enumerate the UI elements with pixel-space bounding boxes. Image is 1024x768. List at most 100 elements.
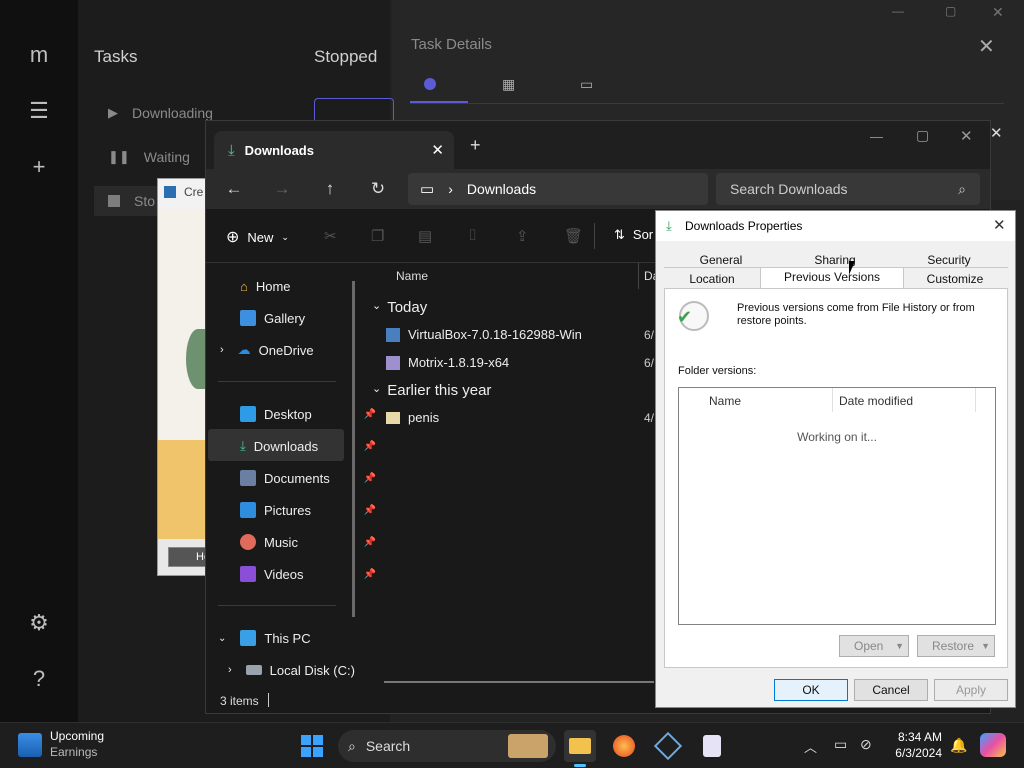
pin-icon[interactable]: 📌 [364, 473, 376, 484]
copilot-icon[interactable] [980, 733, 1006, 757]
nav-item-this-pc[interactable]: ⌄ This PC [218, 623, 358, 653]
background-close-icon[interactable]: ✕ [990, 124, 1003, 142]
nav-item-onedrive[interactable]: › ☁ OneDrive [220, 335, 360, 365]
tab-general[interactable]: General [666, 253, 776, 267]
group-header-earlier[interactable]: ⌄ Earlier this year [372, 382, 491, 399]
nav-item-desktop[interactable]: Desktop 📌 [240, 399, 380, 429]
file-row[interactable]: Motrix-1.8.19-x64 [386, 355, 509, 370]
nav-item-pictures[interactable]: Pictures 📌 [240, 495, 380, 525]
clock-time[interactable]: 8:34 AM [890, 730, 942, 744]
file-explorer-taskbar-icon[interactable] [564, 730, 596, 762]
forward-arrow-icon[interactable]: → [270, 177, 294, 201]
nav-item-documents[interactable]: Documents 📌 [240, 463, 380, 493]
rename-icon[interactable]: ⌷ [468, 227, 477, 244]
nav-item-videos[interactable]: Videos 📌 [240, 559, 380, 589]
desktop-icon [240, 406, 256, 422]
volume-mute-icon[interactable]: ⊘ [860, 736, 872, 753]
clock-date[interactable]: 6/3/2024 [880, 746, 942, 760]
copy-icon[interactable]: ❐ [371, 227, 384, 245]
help-button[interactable]: He [168, 547, 210, 567]
sort-label: Sor [632, 227, 654, 242]
tab-downloads[interactable]: ⤓ Downloads ✕ [214, 131, 454, 169]
nav-item-gallery[interactable]: Gallery [240, 303, 380, 333]
stocks-widget-icon[interactable] [18, 733, 42, 757]
pin-icon[interactable]: 📌 [364, 537, 376, 548]
minimize-icon[interactable]: — [892, 4, 904, 18]
green-arrow-icon: ✔ [677, 307, 693, 327]
close-icon[interactable]: ✕ [978, 34, 995, 59]
box-tab-icon[interactable]: ▭ [580, 76, 593, 93]
nav-item-music[interactable]: Music 📌 [240, 527, 380, 557]
start-icon[interactable] [296, 730, 328, 762]
chevron-up-icon[interactable]: ︿ [804, 737, 817, 756]
column-header-date[interactable]: Date modified [839, 394, 913, 408]
motrix-logo-icon [703, 735, 721, 757]
chevron-down-icon: ⌄ [218, 632, 227, 644]
restore-split-button[interactable]: Restore ▼ [917, 635, 995, 657]
back-arrow-icon[interactable]: ← [222, 177, 246, 201]
up-arrow-icon[interactable]: ↑ [318, 177, 342, 201]
add-task-icon[interactable]: + [24, 152, 54, 182]
menu-icon[interactable]: ☰ [24, 96, 54, 126]
close-icon[interactable]: ✕ [993, 216, 1006, 234]
horizontal-scrollbar[interactable] [384, 681, 654, 683]
address-bar[interactable]: ▭ › Downloads [408, 173, 708, 205]
open-split-button[interactable]: Open ▼ [839, 635, 909, 657]
bell-icon[interactable]: 🔔 [950, 737, 967, 754]
file-row[interactable]: penis [386, 410, 439, 425]
grid-tab-icon[interactable]: ▦ [502, 76, 515, 93]
firefox-icon[interactable] [608, 730, 640, 762]
column-header-name[interactable]: Name [709, 394, 741, 408]
delete-icon[interactable]: 🗑 [564, 227, 583, 245]
refresh-icon[interactable]: ↻ [366, 177, 390, 201]
cut-icon[interactable]: ✂ [324, 227, 337, 245]
task-filter-waiting[interactable]: ❚❚ Waiting [108, 149, 190, 165]
tab-close-icon[interactable]: ✕ [431, 141, 444, 159]
pin-icon[interactable]: 📌 [364, 505, 376, 516]
nav-label: Downloads [253, 438, 319, 454]
paste-icon[interactable]: ▤ [418, 227, 432, 245]
widget-title[interactable]: Upcoming [50, 729, 104, 743]
nav-scrollbar[interactable] [352, 281, 355, 617]
tab-previous-versions[interactable]: Previous Versions [760, 270, 904, 284]
maximize-icon[interactable]: ▢ [916, 127, 929, 144]
cancel-button[interactable]: Cancel [854, 679, 928, 701]
file-row[interactable]: VirtualBox-7.0.18-162988-Win [386, 327, 582, 342]
nav-item-home[interactable]: ⌂ Home [240, 271, 380, 301]
info-tab-icon[interactable] [424, 78, 436, 90]
apply-button[interactable]: Apply [934, 679, 1008, 701]
tab-security[interactable]: Security [894, 253, 1004, 267]
minimize-icon[interactable]: — [870, 129, 883, 144]
settings-sliders-icon[interactable]: ⚙ [24, 608, 54, 638]
motrix-button-outline[interactable] [314, 98, 394, 122]
network-icon[interactable]: ▭ [834, 736, 847, 753]
ok-button[interactable]: OK [774, 679, 848, 701]
maximize-icon[interactable]: ▢ [945, 4, 956, 18]
group-header-today[interactable]: ⌄ Today [372, 299, 427, 316]
virtualbox-taskbar-icon[interactable] [652, 730, 684, 762]
versions-list[interactable]: Name Date modified Working on it... [678, 387, 996, 625]
tab-customize[interactable]: Customize [906, 272, 1004, 286]
motrix-taskbar-icon[interactable] [696, 730, 728, 762]
share-icon[interactable]: ⇪ [516, 227, 529, 245]
tab-location[interactable]: Location [666, 272, 758, 286]
pin-icon[interactable]: 📌 [364, 569, 376, 580]
nav-item-local-disk[interactable]: › Local Disk (C:) [228, 655, 368, 685]
close-icon[interactable]: ✕ [960, 127, 973, 145]
column-header-name[interactable]: Name [396, 269, 428, 283]
help-icon[interactable]: ? [24, 664, 54, 694]
status-divider [268, 693, 269, 707]
search-input[interactable]: Search Downloads ⌕ [716, 173, 980, 205]
nav-item-downloads[interactable]: ⤓ Downloads 📌 [240, 431, 380, 461]
taskbar-search[interactable]: ⌕ Search [338, 730, 556, 762]
task-filter-downloading[interactable]: ▶ Downloading [108, 105, 213, 121]
new-button[interactable]: ⊕ New ⌄ [226, 227, 289, 247]
firefox-logo [613, 735, 635, 757]
new-tab-icon[interactable]: + [470, 135, 481, 156]
window-close-icon[interactable]: ✕ [992, 4, 1004, 21]
pin-icon[interactable]: 📌 [364, 409, 376, 420]
tab-sharing[interactable]: Sharing [778, 253, 892, 267]
tasks-title: Tasks [94, 47, 138, 66]
sort-button[interactable]: ⇅ Sor [614, 227, 653, 243]
pin-icon[interactable]: 📌 [364, 441, 376, 452]
